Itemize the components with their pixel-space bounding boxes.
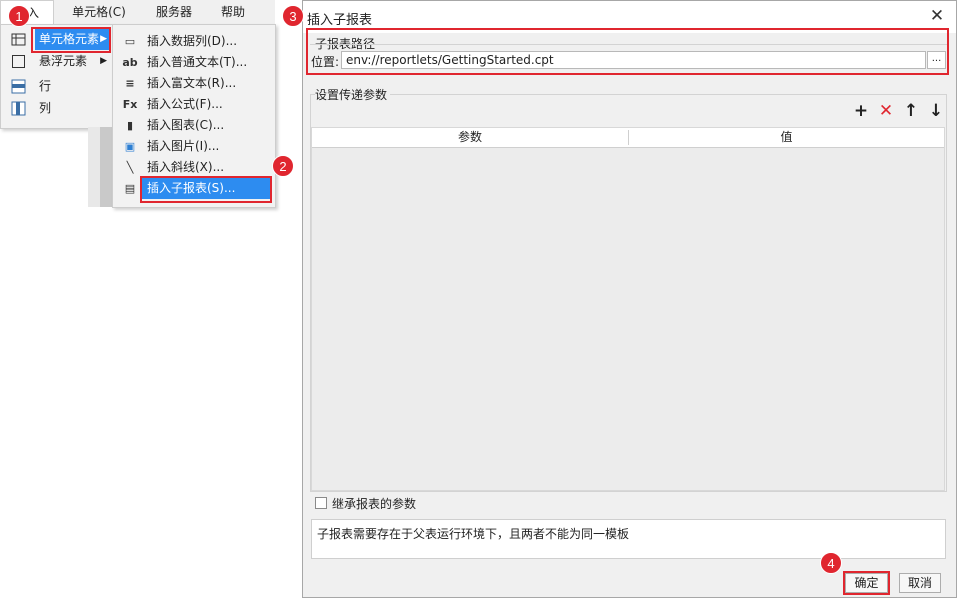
menu-item-insert-formula[interactable]: Fx 插入公式(F)...	[113, 94, 275, 115]
highlight-box-insert-subreport	[140, 176, 272, 203]
scrollbar[interactable]	[100, 127, 112, 207]
menu-item-label: 插入斜线(X)...	[147, 160, 225, 174]
highlight-box-cell-element	[31, 27, 111, 53]
menu-item-label: 插入公式(F)...	[147, 97, 223, 111]
add-icon[interactable]: +	[853, 103, 869, 120]
dialog-title: 插入子报表	[307, 13, 373, 28]
rich-text-icon: ≡	[125, 77, 135, 90]
menu-server[interactable]: 服务器	[146, 0, 202, 24]
menu-bar: 插入 单元格(C) 服务器 帮助	[0, 0, 275, 25]
menu-item-insert-text[interactable]: ab 插入普通文本(T)...	[113, 52, 275, 73]
background-panel	[88, 127, 100, 207]
menu-item-insert-rich-text[interactable]: ≡ 插入富文本(R)...	[113, 73, 275, 94]
menu-item-label: 列	[39, 101, 52, 115]
menu-item-insert-data-column[interactable]: ▭ 插入数据列(D)...	[113, 31, 275, 52]
data-column-icon: ▭	[124, 35, 136, 48]
menu-item-column[interactable]: 列	[1, 98, 113, 119]
menu-item-label: 行	[39, 79, 52, 93]
menu-item-insert-chart[interactable]: ▮ 插入图表(C)...	[113, 115, 275, 136]
step-badge-2: 2	[272, 155, 294, 177]
delete-icon[interactable]: ✕	[878, 103, 894, 120]
menu-item-float-element[interactable]: 悬浮元素 ▶	[1, 51, 113, 72]
menu-item-label: 插入富文本(R)...	[147, 76, 237, 90]
step-badge-3: 3	[282, 5, 304, 27]
highlight-box-ok	[843, 571, 890, 595]
menu-help[interactable]: 帮助	[210, 0, 256, 24]
column-icon	[11, 101, 26, 116]
menu-item-label: 悬浮元素	[39, 54, 88, 68]
cell-element-icon	[11, 33, 26, 46]
slash-icon: ╲	[126, 161, 134, 174]
parameters-group-label: 设置传递参数	[315, 86, 391, 103]
float-element-icon	[12, 55, 25, 68]
menu-item-insert-slash[interactable]: ╲ 插入斜线(X)...	[113, 157, 275, 178]
move-up-icon[interactable]: ↑	[903, 103, 919, 120]
menu-item-label: 插入数据列(D)...	[147, 34, 238, 48]
close-icon[interactable]: ✕	[928, 7, 946, 25]
inherit-params-label: 继承报表的参数	[332, 497, 417, 511]
menu-item-row[interactable]: 行	[1, 76, 113, 97]
chart-icon: ▮	[126, 119, 134, 132]
cancel-button[interactable]: 取消	[899, 573, 941, 593]
menu-item-label: 插入普通文本(T)...	[147, 55, 248, 69]
column-header-value[interactable]: 值	[629, 128, 944, 147]
move-down-icon[interactable]: ↓	[928, 103, 944, 120]
formula-icon: Fx	[122, 98, 138, 111]
subreport-icon: ▤	[124, 182, 136, 195]
column-header-param[interactable]: 参数	[312, 128, 628, 147]
menu-item-label: 插入图表(C)...	[147, 118, 225, 132]
note-text: 子报表需要存在于父表运行环境下，且两者不能为同一模板	[311, 519, 946, 559]
inherit-params-checkbox[interactable]	[315, 497, 327, 509]
parameters-table[interactable]: 参数 值	[311, 127, 945, 491]
step-badge-1: 1	[8, 5, 30, 27]
text-icon: ab	[122, 56, 138, 69]
menu-item-label: 插入图片(I)...	[147, 139, 220, 153]
menu-item-insert-image[interactable]: ▣ 插入图片(I)...	[113, 136, 275, 157]
menu-cell[interactable]: 单元格(C)	[62, 0, 136, 24]
highlight-box-subreport-path	[306, 28, 949, 75]
image-icon: ▣	[124, 140, 136, 153]
row-icon	[11, 79, 26, 94]
step-badge-4: 4	[820, 552, 842, 574]
submenu-arrow-icon: ▶	[100, 56, 107, 66]
table-header: 参数 值	[312, 128, 944, 148]
